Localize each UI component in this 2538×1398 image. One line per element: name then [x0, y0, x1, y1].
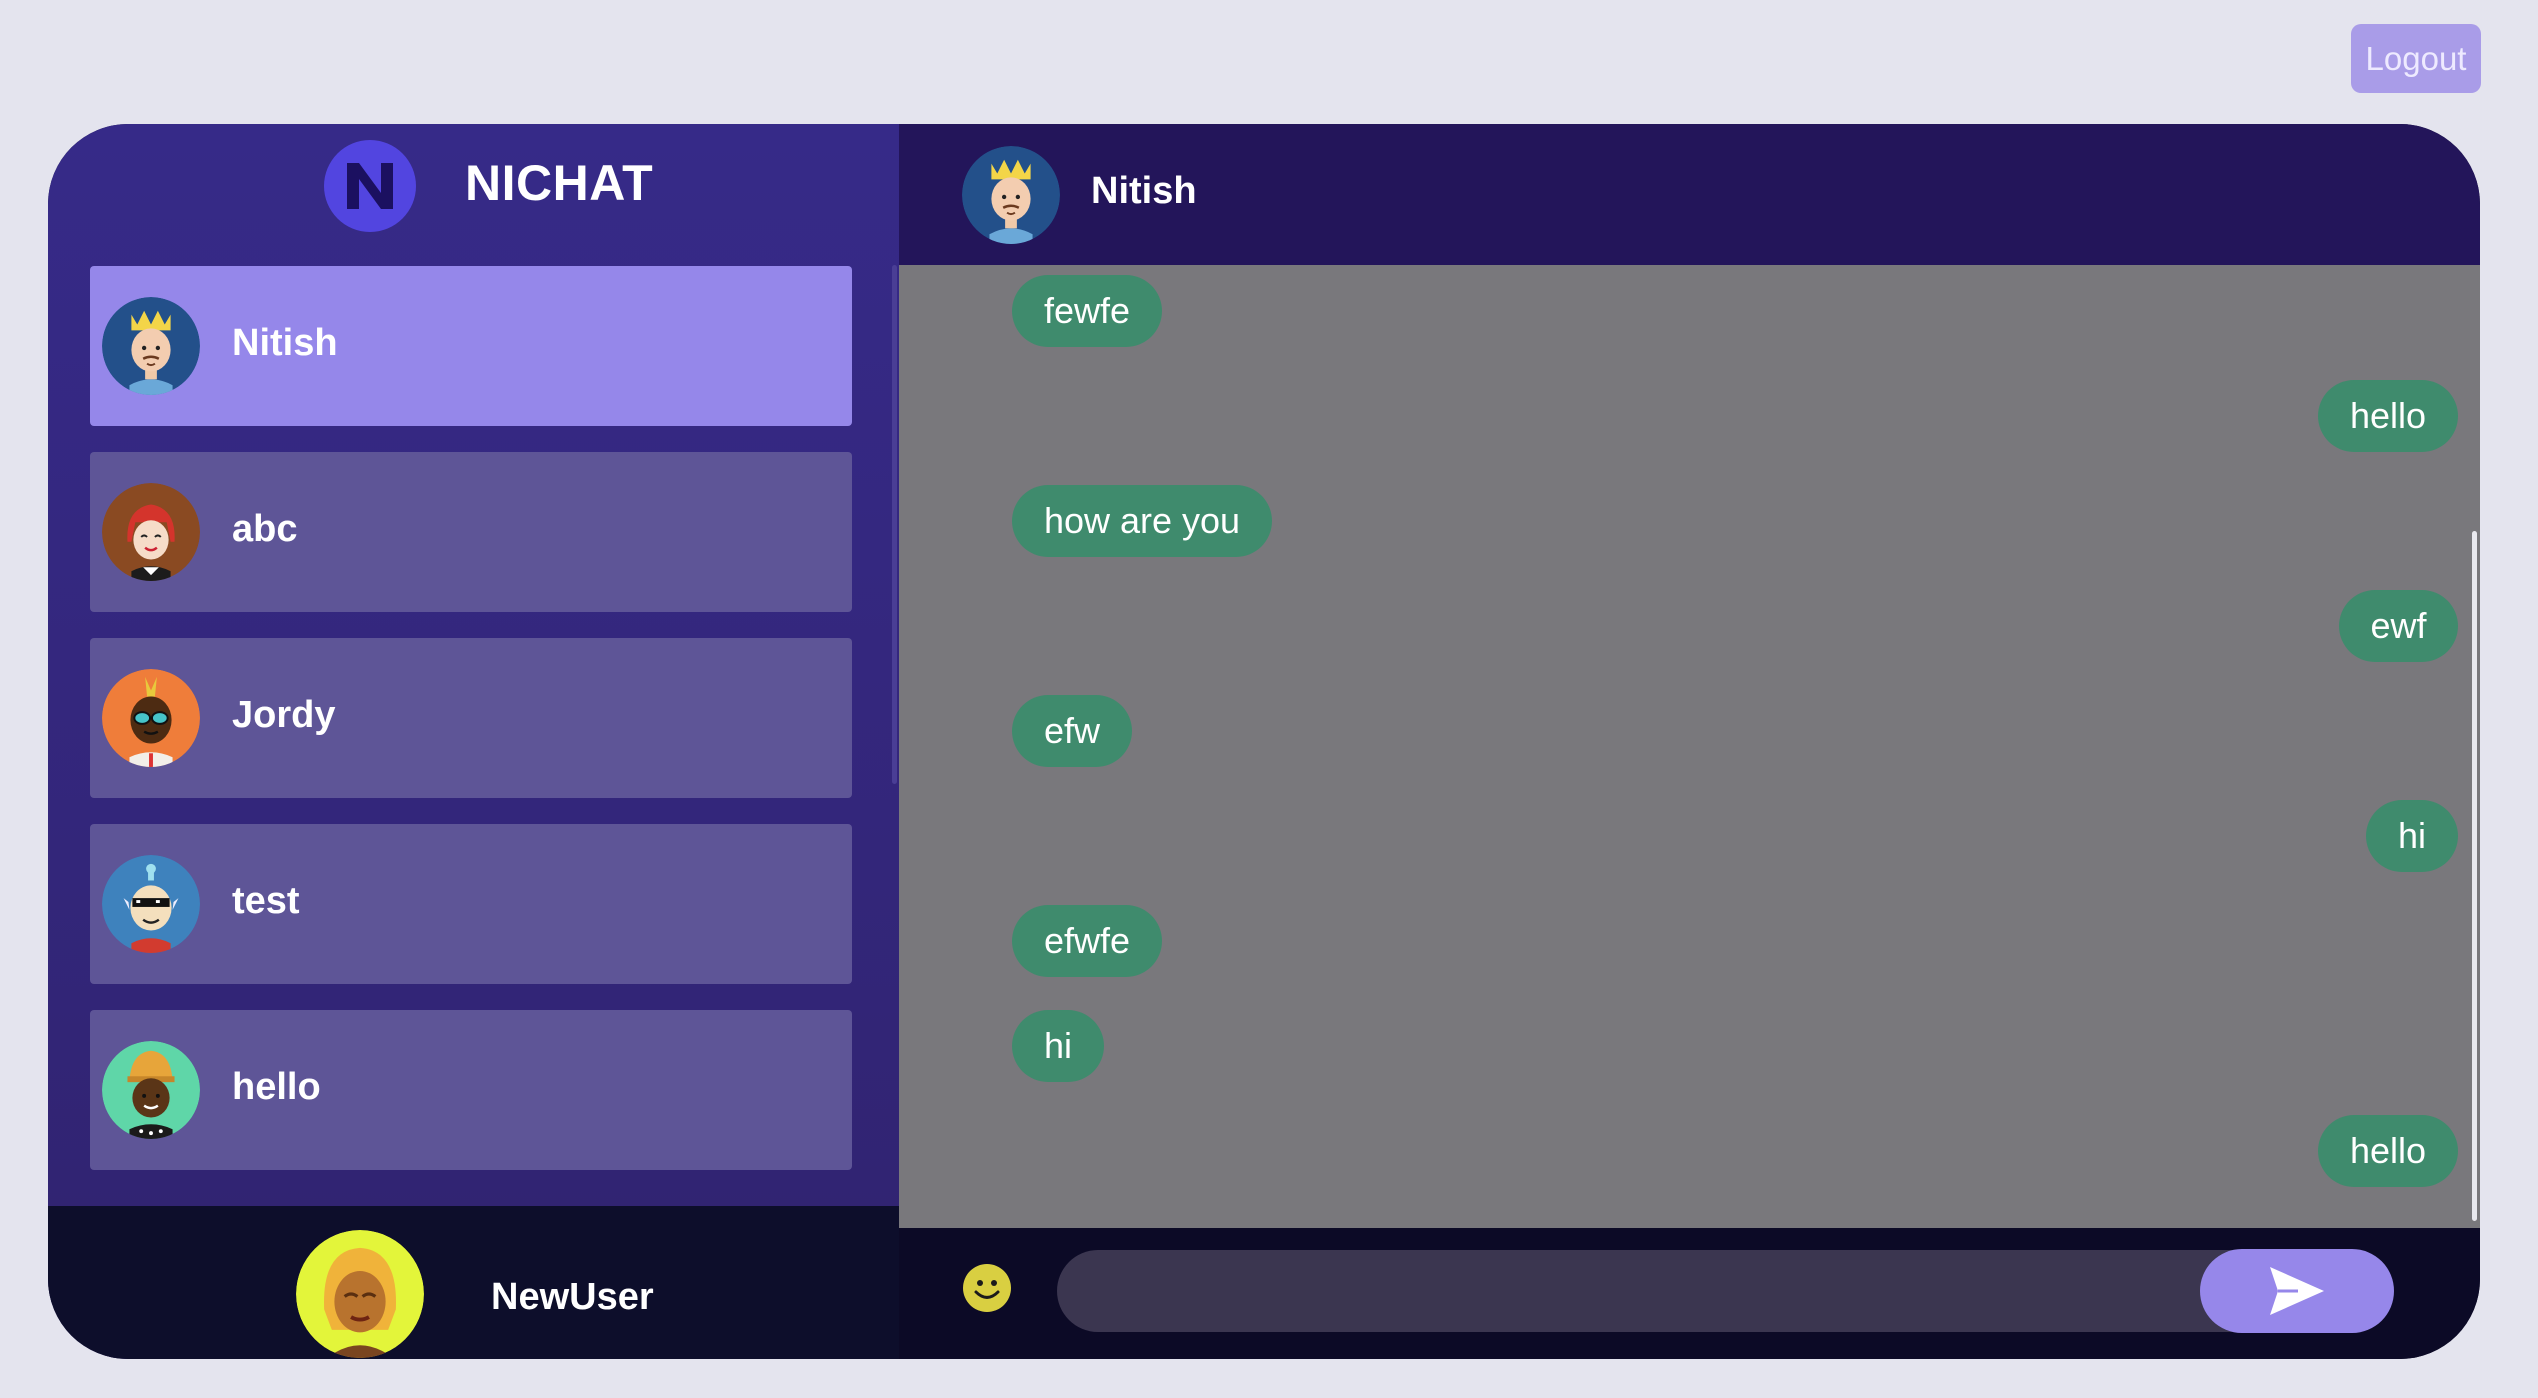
message-bubble-sent: hi	[2366, 800, 2458, 872]
contact-item-nitish[interactable]: Nitish	[90, 266, 852, 426]
brand-header: NICHAT	[48, 124, 899, 264]
contact-name: Nitish	[232, 322, 338, 364]
message-input[interactable]	[1057, 1250, 2337, 1332]
message-bubble-sent: ewf	[2339, 590, 2458, 662]
message-bubble-received: fewfe	[1012, 275, 1162, 347]
contact-name: hello	[232, 1066, 321, 1108]
pixel-glasses-avatar-icon	[102, 855, 200, 953]
king-avatar-icon	[962, 146, 1060, 244]
send-icon	[2270, 1267, 2324, 1315]
current-user-panel: NewUser	[48, 1206, 899, 1359]
contact-item-hello[interactable]: hello	[90, 1010, 852, 1170]
contact-name: Jordy	[232, 694, 336, 736]
messages-scrollbar[interactable]	[2472, 531, 2477, 1221]
sidebar-scrollbar[interactable]	[892, 265, 897, 784]
current-user-name: NewUser	[491, 1276, 654, 1318]
red-hair-avatar-icon	[102, 483, 200, 581]
contact-list: Nitish abc Jordy test hello	[90, 266, 852, 1196]
message-composer	[899, 1228, 2480, 1359]
message-bubble-received: how are you	[1012, 485, 1272, 557]
logout-button[interactable]: Logout	[2351, 24, 2481, 93]
contact-item-jordy[interactable]: Jordy	[90, 638, 852, 798]
message-bubble-sent: hello	[2318, 1115, 2458, 1187]
emoji-icon[interactable]	[962, 1263, 1012, 1313]
blonde-avatar-icon	[296, 1230, 424, 1358]
king-avatar-icon	[102, 297, 200, 395]
contact-item-test[interactable]: test	[90, 824, 852, 984]
message-bubble-received: hi	[1012, 1010, 1104, 1082]
message-bubble-received: efw	[1012, 695, 1132, 767]
sunglasses-avatar-icon	[102, 669, 200, 767]
sidebar: NICHAT Nitish abc Jordy test hello NewUs…	[48, 124, 899, 1359]
chat-header: Nitish	[899, 124, 2480, 265]
send-button[interactable]	[2200, 1249, 2394, 1333]
message-bubble-sent: hello	[2318, 380, 2458, 452]
contact-name: abc	[232, 508, 298, 550]
brand-name: NICHAT	[465, 155, 654, 211]
contact-name: test	[232, 880, 300, 922]
chat-partner-name: Nitish	[1091, 170, 1197, 212]
hat-avatar-icon	[102, 1041, 200, 1139]
brand-logo-icon	[324, 140, 416, 232]
message-list: fewfe hello how are you ewf efw hi efwfe…	[899, 265, 2480, 1228]
contact-item-abc[interactable]: abc	[90, 452, 852, 612]
message-bubble-received: efwfe	[1012, 905, 1162, 977]
chat-app: NICHAT Nitish abc Jordy test hello NewUs…	[48, 124, 2480, 1359]
